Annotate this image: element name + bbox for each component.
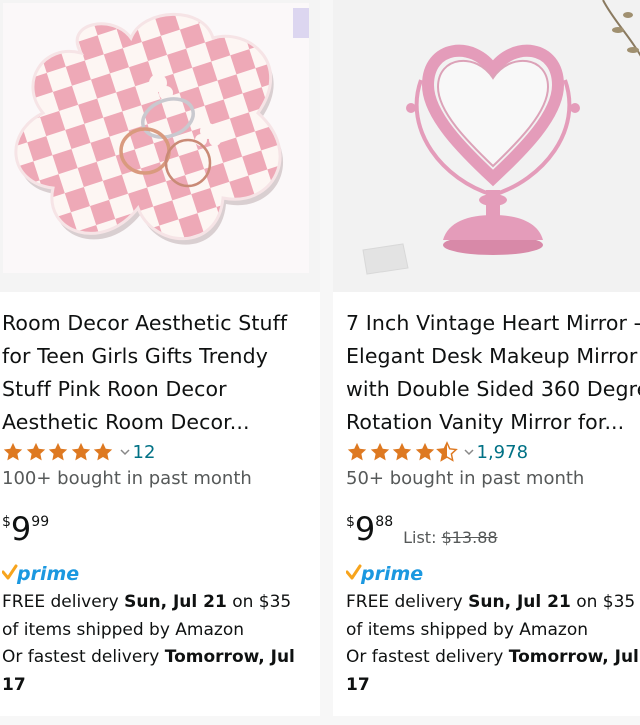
star-full-icon <box>370 442 389 461</box>
star-full-icon <box>48 442 68 461</box>
delivery-info: FREE delivery Sun, Jul 21 on $35 of item… <box>2 592 295 695</box>
free-delivery-date: Sun, Jul 21 <box>124 592 227 612</box>
product-image[interactable] <box>333 0 640 292</box>
chevron-down-icon[interactable] <box>463 446 475 458</box>
prime-logo-icon: prime <box>345 563 423 585</box>
product-image[interactable] <box>0 0 320 292</box>
list-price: List: $13.88 <box>403 528 498 547</box>
star-full-icon <box>392 442 412 461</box>
product-title[interactable]: 7 Inch Vintage Heart Mirror - Elegant De… <box>346 307 640 439</box>
price-symbol: $ <box>346 514 355 530</box>
star-full-icon <box>3 442 23 461</box>
product-card[interactable]: 7 Inch Vintage Heart Mirror - Elegant De… <box>333 0 640 716</box>
star-rating[interactable] <box>346 441 459 463</box>
star-full-icon <box>93 442 113 461</box>
price-fraction: 99 <box>31 514 50 530</box>
rating[interactable]: 12 <box>2 440 155 464</box>
star-full-icon <box>71 442 90 461</box>
prime-logo-icon: prime <box>1 563 79 585</box>
star-full-icon <box>347 442 367 461</box>
bought-count: 100+ bought in past month <box>2 468 252 489</box>
svg-text:prime: prime <box>360 563 423 585</box>
free-delivery-date: Sun, Jul 21 <box>468 592 571 612</box>
rating[interactable]: 1,978 <box>346 440 528 464</box>
product-title[interactable]: Room Decor Aesthetic Stuff for Teen Girl… <box>2 307 314 439</box>
rating-count-link[interactable]: 12 <box>133 442 156 463</box>
bought-count: 50+ bought in past month <box>346 468 585 489</box>
star-rating[interactable] <box>2 441 115 463</box>
price-whole: 9 <box>10 510 32 548</box>
price-symbol: $ <box>2 514 11 530</box>
fastest-delivery-date: Tomorrow, Jul <box>164 647 295 667</box>
product-card[interactable]: Room Decor Aesthetic Stuff for Teen Girl… <box>0 0 320 716</box>
prime-badge: prime <box>1 562 82 590</box>
price-whole: 9 <box>354 510 376 548</box>
star-full-icon <box>26 442 45 461</box>
prime-badge: prime <box>345 562 426 590</box>
delivery-info: FREE delivery Sun, Jul 21 on $35 of item… <box>346 592 639 695</box>
fastest-delivery-date: Tomorrow, Jul <box>508 647 639 667</box>
svg-text:prime: prime <box>16 563 79 585</box>
price-fraction: 88 <box>375 514 394 530</box>
chevron-down-icon[interactable] <box>119 446 131 458</box>
rating-count-link[interactable]: 1,978 <box>477 442 529 463</box>
price[interactable]: $ 9 99 <box>2 510 49 548</box>
star-full-icon <box>415 442 434 461</box>
price[interactable]: $ 9 88 List: $13.88 <box>346 510 498 548</box>
star-half-icon <box>436 441 458 462</box>
